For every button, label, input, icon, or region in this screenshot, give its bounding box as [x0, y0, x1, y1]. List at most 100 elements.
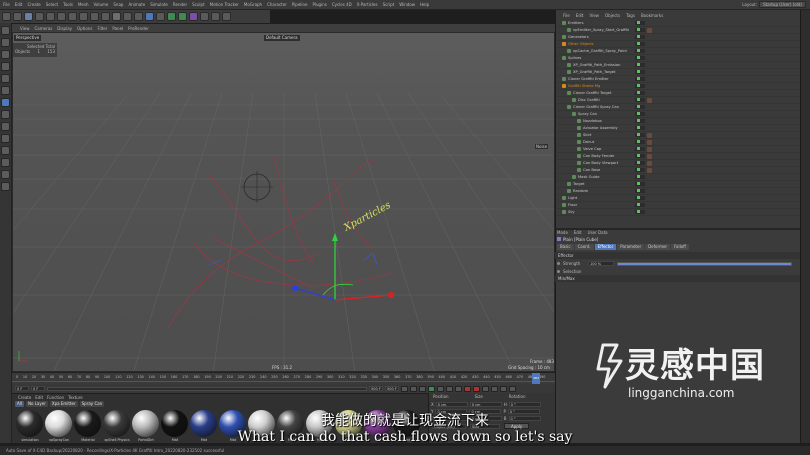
edges-mode-icon[interactable] — [1, 74, 10, 83]
polygons-mode-icon[interactable] — [1, 86, 10, 95]
enabled-check-icon[interactable] — [637, 98, 640, 101]
material-filter-tab[interactable]: All — [15, 401, 24, 407]
object-row[interactable]: Splines — [557, 55, 800, 62]
cube-icon[interactable] — [145, 12, 154, 21]
make-editable-icon[interactable] — [1, 26, 10, 35]
object-menu-bookmarks[interactable]: Bookmarks — [641, 13, 663, 18]
tweak-mode-icon[interactable] — [1, 110, 10, 119]
position-key-icon[interactable] — [491, 385, 498, 392]
texture-mode-icon[interactable] — [1, 50, 10, 59]
world-coord-icon[interactable] — [101, 12, 110, 21]
enabled-check-icon[interactable] — [637, 77, 640, 80]
rotate-icon[interactable] — [57, 12, 66, 21]
coord-position-field[interactable]: 0 cm — [435, 402, 468, 407]
attribute-tab-deformer[interactable]: Deformer — [645, 244, 671, 250]
enabled-check-icon[interactable] — [637, 28, 640, 31]
play-icon[interactable] — [428, 385, 435, 392]
object-row[interactable]: Cloner Graffiti Emitter — [557, 76, 800, 83]
enabled-check-icon[interactable] — [637, 133, 640, 136]
object-row[interactable]: Random — [557, 188, 800, 195]
enabled-check-icon[interactable] — [637, 91, 640, 94]
enabled-check-icon[interactable] — [637, 126, 640, 129]
playhead[interactable]: 483 F — [532, 373, 540, 391]
object-row[interactable]: Sky — [557, 209, 800, 216]
solo-icon[interactable] — [1, 146, 10, 155]
enabled-check-icon[interactable] — [637, 42, 640, 45]
viewport-menu-prorender[interactable]: ProRender — [128, 26, 149, 31]
rotation-key-icon[interactable] — [509, 385, 516, 392]
autokey-icon[interactable] — [473, 385, 480, 392]
enabled-check-icon[interactable] — [637, 112, 640, 115]
attribute-tab-effector[interactable]: Effector — [594, 244, 617, 250]
start-frame-field[interactable]: 0 F — [15, 386, 29, 391]
viewport-menu-view[interactable]: View — [20, 26, 30, 31]
menu-item-edit[interactable]: Edit — [15, 2, 23, 7]
enabled-check-icon[interactable] — [637, 105, 640, 108]
attribute-tab-falloff[interactable]: Falloff — [671, 244, 689, 250]
menu-item-pipeline[interactable]: Pipeline — [292, 2, 308, 7]
enabled-check-icon[interactable] — [637, 140, 640, 143]
selection-keyframe-icon[interactable] — [557, 269, 560, 273]
object-row[interactable]: Can Body Viewport — [557, 160, 800, 167]
menu-item-help[interactable]: Help — [420, 2, 429, 7]
material-filter-tab[interactable]: Spray Can — [79, 401, 105, 407]
viewport-menu-panel[interactable]: Panel — [112, 26, 123, 31]
move-icon[interactable] — [35, 12, 44, 21]
attribute-tab-basic[interactable]: Basic — [557, 244, 574, 250]
enabled-check-icon[interactable] — [637, 49, 640, 52]
enabled-check-icon[interactable] — [637, 182, 640, 185]
y-axis-arrow[interactable] — [332, 233, 338, 241]
lock-icon[interactable] — [1, 158, 10, 167]
subdivision-icon[interactable] — [167, 12, 176, 21]
viewport-menu-display[interactable]: Display — [57, 26, 72, 31]
pen-icon[interactable] — [156, 12, 165, 21]
object-row[interactable]: Can Base — [557, 167, 800, 174]
render-picture-viewer-icon[interactable] — [123, 12, 132, 21]
timeline[interactable]: 0 10 20 30 40 50 60 70 80 90 100 110 120 130 140 150 160… — [12, 372, 555, 391]
object-row[interactable]: XP_Graffiti_Path_Emission — [557, 62, 800, 69]
object-row[interactable]: Other Objects — [557, 41, 800, 48]
object-row[interactable]: Nozzlebox — [557, 118, 800, 125]
menu-item-window[interactable]: Window — [399, 2, 415, 7]
enabled-check-icon[interactable] — [637, 154, 640, 157]
material-tag-icon[interactable] — [647, 161, 652, 166]
enabled-check-icon[interactable] — [637, 63, 640, 66]
material-menu-function[interactable]: Function — [47, 395, 64, 400]
attribute-menu-mode[interactable]: Mode — [557, 230, 568, 235]
menu-item-cycles-4d[interactable]: Cycles 4D — [332, 2, 352, 7]
effector-section-header[interactable]: Effector — [555, 252, 800, 259]
viewport-menu-cameras[interactable]: Cameras — [35, 26, 53, 31]
enabled-check-icon[interactable] — [637, 70, 640, 73]
object-row[interactable]: Spray Can — [557, 111, 800, 118]
enabled-check-icon[interactable] — [637, 203, 640, 206]
keyframe-selection-icon[interactable] — [482, 385, 489, 392]
menu-item-character[interactable]: Character — [267, 2, 287, 7]
menu-item-select[interactable]: Select — [46, 2, 58, 7]
object-row[interactable]: Can Body Fender — [557, 153, 800, 160]
z-axis-icon[interactable] — [90, 12, 99, 21]
deformer-icon[interactable] — [189, 12, 198, 21]
object-row[interactable]: Graffiti Stroke Mg — [557, 83, 800, 90]
enabled-check-icon[interactable] — [637, 189, 640, 192]
points-mode-icon[interactable] — [1, 62, 10, 71]
menu-item-x-particles[interactable]: X-Particles — [357, 2, 378, 7]
goto-end-icon[interactable] — [455, 385, 462, 392]
object-menu-file[interactable]: File — [563, 13, 570, 18]
enabled-check-icon[interactable] — [637, 161, 640, 164]
axis-mode-icon[interactable] — [1, 98, 10, 107]
menu-item-render[interactable]: Render — [173, 2, 187, 7]
menu-item-mograph[interactable]: MoGraph — [244, 2, 262, 7]
object-row[interactable]: Actuator Assembly — [557, 125, 800, 132]
viewport-menu-filter[interactable]: Filter — [97, 26, 107, 31]
material-tag-icon[interactable] — [647, 28, 652, 33]
z-axis-arrow[interactable] — [292, 285, 298, 291]
menu-item-mesh[interactable]: Mesh — [78, 2, 89, 7]
z-axis-handle[interactable] — [294, 287, 336, 301]
max-frame-field[interactable]: 500 F — [385, 386, 399, 391]
menu-item-sculpt[interactable]: Sculpt — [192, 2, 205, 7]
material-tag-icon[interactable] — [647, 147, 652, 152]
object-menu-view[interactable]: View — [589, 13, 599, 18]
menu-item-motion-tracker[interactable]: Motion Tracker — [210, 2, 239, 7]
material-menu-edit[interactable]: Edit — [35, 395, 43, 400]
object-menu-objects[interactable]: Objects — [605, 13, 620, 18]
